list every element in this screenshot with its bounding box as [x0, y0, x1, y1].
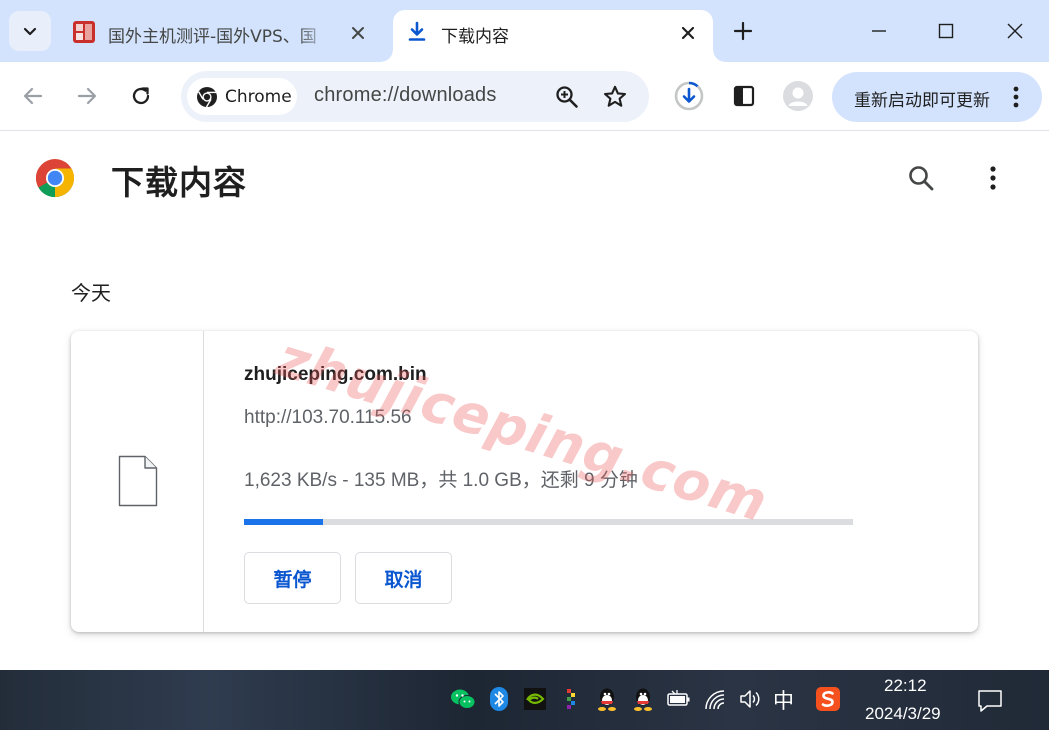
bookmark-button[interactable] — [601, 83, 629, 111]
tab-close-button[interactable] — [677, 22, 699, 44]
close-icon — [1007, 23, 1023, 39]
qq-icon[interactable] — [594, 686, 620, 712]
tab-title: 下载内容 — [441, 27, 509, 47]
wechat-icon[interactable] — [450, 686, 476, 712]
qq-icon[interactable] — [630, 686, 656, 712]
file-name-link[interactable]: zhujiceping.com.bin — [244, 364, 427, 386]
reload-button[interactable] — [127, 82, 155, 110]
app-icon[interactable] — [558, 686, 584, 712]
battery-icon[interactable] — [666, 686, 692, 712]
browser-toolbar: Chrome chrome://downloads 重新启动即可更新 — [0, 62, 1049, 131]
address-bar[interactable]: Chrome chrome://downloads — [181, 71, 649, 122]
new-tab-button[interactable] — [730, 18, 756, 44]
file-icon — [118, 455, 158, 507]
bluetooth-icon[interactable] — [486, 686, 512, 712]
tab-strip: 国外主机测评-国外VPS、国 下载内容 — [0, 0, 1049, 62]
close-icon — [352, 27, 364, 39]
page-title: 下载内容 — [111, 163, 247, 202]
download-progress-bar — [244, 519, 853, 525]
source-url-link[interactable]: http://103.70.115.56 — [244, 407, 412, 429]
download-icon — [408, 21, 426, 41]
ime-indicator[interactable]: 中 — [773, 685, 794, 715]
more-vert-icon — [990, 166, 996, 190]
profile-button[interactable] — [782, 80, 814, 112]
side-panel-icon — [733, 85, 755, 107]
progress-fill — [244, 519, 324, 525]
tab-downloads[interactable]: 下载内容 — [381, 10, 725, 62]
site-info-chip[interactable]: Chrome — [187, 78, 297, 115]
star-icon — [603, 85, 627, 107]
downloads-menu-button[interactable] — [975, 160, 1011, 196]
tab-title: 国外主机测评-国外VPS、国 — [108, 27, 317, 47]
plus-icon — [733, 21, 753, 41]
chrome-logo-icon — [35, 159, 75, 198]
maximize-icon — [938, 23, 954, 39]
forward-button[interactable] — [73, 82, 101, 110]
avatar-icon — [783, 81, 813, 111]
clock-date[interactable]: 2024/3/29 — [865, 704, 941, 724]
notification-icon — [978, 690, 1002, 712]
update-label: 重新启动即可更新 — [854, 91, 990, 111]
more-vert-icon — [1013, 86, 1019, 108]
notification-button[interactable] — [976, 687, 1004, 715]
close-window-button[interactable] — [1002, 18, 1028, 44]
arrow-right-icon — [77, 87, 97, 105]
download-item-card: zhujiceping.com.bin http://103.70.115.56… — [71, 331, 978, 632]
maximize-button[interactable] — [933, 18, 959, 44]
file-icon-column — [71, 331, 204, 632]
cancel-button[interactable]: 取消 — [355, 552, 452, 604]
close-icon — [681, 26, 695, 40]
minimize-icon — [872, 30, 886, 32]
search-downloads-button[interactable] — [903, 160, 939, 196]
wifi-icon[interactable] — [703, 686, 729, 712]
download-progress-icon — [674, 81, 704, 111]
relaunch-update-button[interactable]: 重新启动即可更新 — [832, 72, 1042, 122]
zoom-button[interactable] — [553, 83, 581, 111]
windows-taskbar: 中 22:12 2024/3/29 — [0, 670, 1049, 730]
sogou-icon[interactable] — [815, 686, 841, 712]
back-button[interactable] — [19, 82, 47, 110]
tab-zhujiceping[interactable]: 国外主机测评-国外VPS、国 — [60, 10, 388, 62]
pause-button[interactable]: 暂停 — [244, 552, 341, 604]
minimize-button[interactable] — [866, 18, 892, 44]
chrome-icon — [197, 86, 217, 107]
site-favicon-icon — [73, 21, 95, 43]
menu-button[interactable] — [1007, 83, 1025, 111]
nvidia-icon[interactable] — [522, 686, 548, 712]
clock-time[interactable]: 22:12 — [884, 676, 927, 696]
reload-icon — [132, 87, 150, 105]
download-status: 1,623 KB/s - 135 MB，共 1.0 GB，还剩 9 分钟 — [244, 470, 638, 491]
tab-close-button[interactable] — [347, 22, 369, 44]
tab-search-button[interactable] — [9, 11, 51, 51]
chevron-down-icon — [23, 27, 37, 36]
downloads-button[interactable] — [673, 80, 705, 112]
volume-icon[interactable] — [738, 686, 764, 712]
url-text[interactable]: chrome://downloads — [314, 84, 497, 107]
side-panel-button[interactable] — [728, 80, 760, 112]
arrow-left-icon — [23, 87, 43, 105]
chip-label: Chrome — [225, 86, 292, 107]
downloads-header: 下载内容 — [0, 132, 1049, 227]
zoom-icon — [556, 86, 578, 108]
search-icon — [909, 166, 934, 191]
date-heading: 今天 — [71, 281, 111, 305]
